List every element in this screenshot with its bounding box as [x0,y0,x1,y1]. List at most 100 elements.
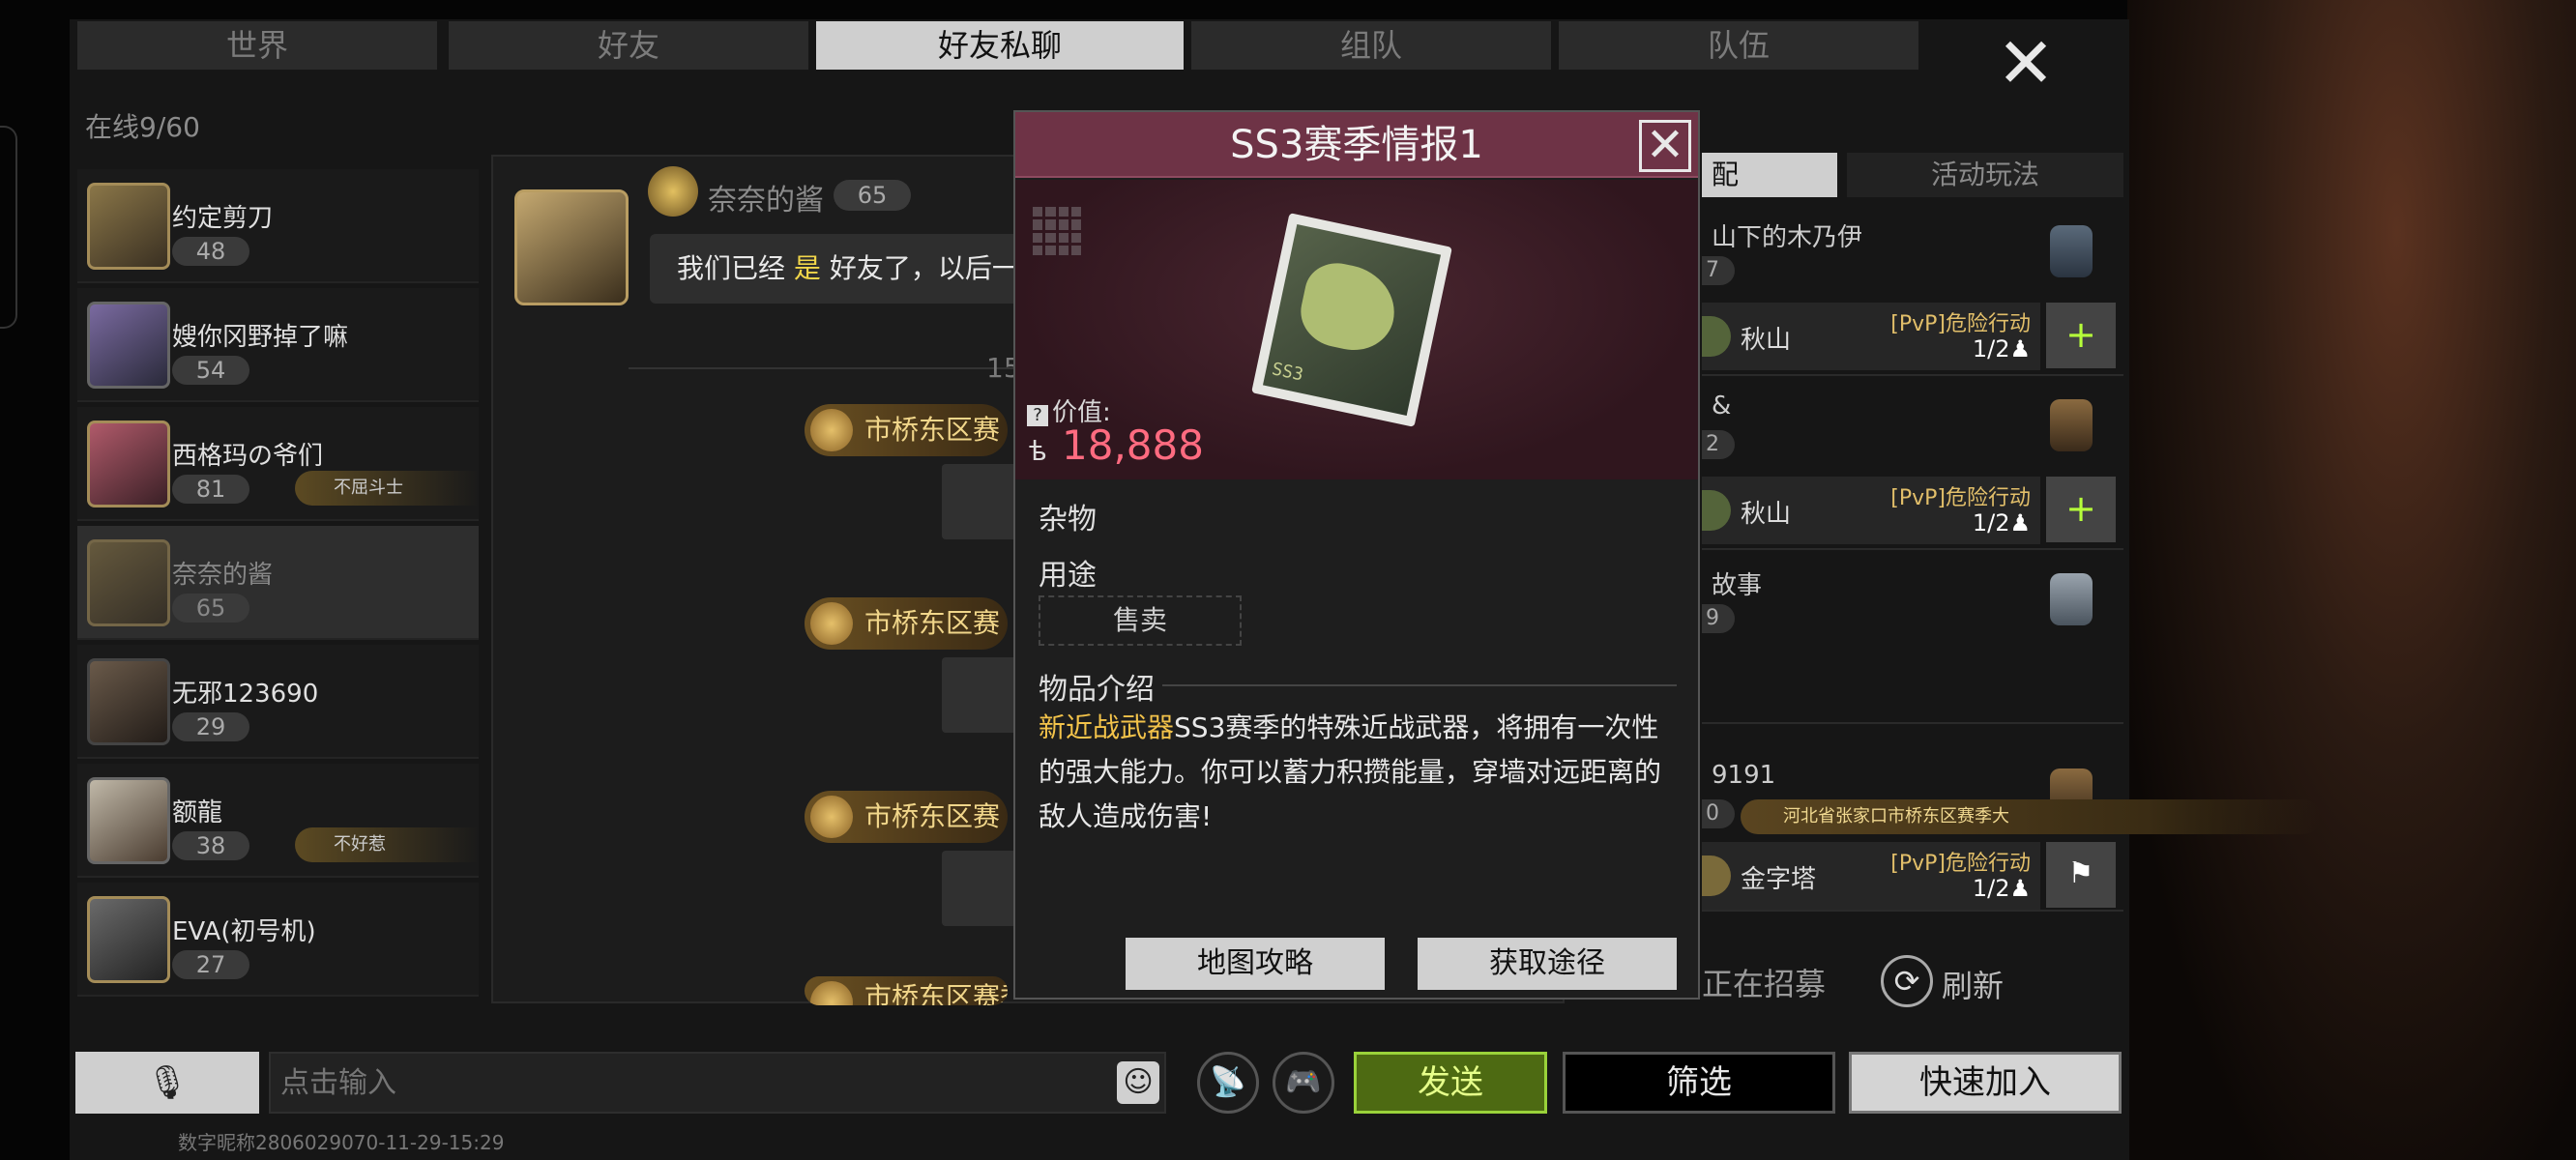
friend-name: 西格玛の爷们 [172,442,324,471]
message-highlight: 是 [793,252,821,284]
background-scene [2127,0,2576,1160]
team-item[interactable]: 故事 9 [1702,554,2123,724]
avatar [87,420,170,508]
friend-name: EVA(初号机) [172,917,316,946]
team-location: 河北省张家口市桥东区赛季大 [1741,799,2321,834]
refresh-icon[interactable]: ⟳ [1881,955,1933,1007]
team-level: 7 [1702,256,1735,285]
friend-title-badge: 不好惹 [295,827,479,862]
location-share-message[interactable]: 市桥东区赛季 [805,976,1008,1005]
friend-item[interactable]: 嫂你冈野掉了嘛 54 [77,288,479,402]
friend-item[interactable]: EVA(初号机) 27 [77,883,479,997]
refresh-button[interactable]: 刷新 [1942,962,2004,1006]
send-button[interactable]: 发送 [1354,1052,1547,1114]
item-category: 杂物 [1039,503,1097,536]
avatar [87,539,170,626]
location-icon [810,796,853,838]
voice-chat-icon[interactable]: 🎮 [1273,1052,1334,1114]
team-info-row: 金字塔 [PvP]危险行动 1/2♟ [1702,842,2040,910]
description-highlight: 新近战武器 [1039,711,1175,743]
obtain-source-button[interactable]: 获取途径 [1418,938,1677,990]
friend-item[interactable]: 西格玛の爷们 81 不屈斗士 [77,407,479,521]
close-icon[interactable]: ✕ [1992,28,2060,98]
friend-level: 48 [172,237,249,266]
team-info-row: 秋山 [PvP]危险行动 1/2♟ [1702,303,2040,370]
team-count-value: 1/2 [1972,509,2010,536]
player-id-watermark: 数字昵称2806029070-11-29-15:29 [178,1131,505,1154]
tab-world[interactable]: 世界 [77,21,437,70]
item-image-label: SS3 [1270,359,1305,386]
map-icon [1702,316,1731,357]
chat-input[interactable] [269,1052,1166,1114]
currency-icon: ѣ [1029,435,1047,467]
team-count: 1/2♟ [1972,335,2031,362]
flag-icon[interactable]: ⚑ [2046,842,2116,908]
map-guide-button[interactable]: 地图攻略 [1126,938,1385,990]
friend-level: 29 [172,712,249,741]
tab-activities[interactable]: 活动玩法 [1847,153,2123,197]
friend-name: 额龍 [172,798,223,827]
close-icon[interactable]: ✕ [1639,120,1691,172]
friend-list: 约定剪刀 48 嫂你冈野掉了嘛 54 西格玛の爷们 81 不屈斗士 奈奈的酱 6… [77,169,479,1000]
team-count-value: 1/2 [1972,875,2010,902]
location-share-message[interactable]: 市桥东区赛 [805,597,1008,650]
chat-message: 我们已经 是 好友了，以后一 [650,234,1075,304]
team-info-row: 秋山 [PvP]危险行动 1/2♟ [1702,477,2040,544]
team-name: 9191 [1712,761,1776,790]
quick-join-button[interactable]: 快速加入 [1849,1052,2122,1114]
team-map: 金字塔 [1741,865,1817,894]
friend-name: 无邪123690 [172,680,319,709]
location-icon [810,981,853,1005]
friend-name: 奈奈的酱 [172,561,274,590]
friend-item[interactable]: 额龍 38 不好惹 [77,764,479,878]
help-icon[interactable]: ? [1027,405,1048,426]
location-share-message[interactable]: 市桥东区赛 [805,404,1008,456]
tab-match[interactable]: 配 [1702,153,1837,197]
tab-friends[interactable]: 好友 [449,21,808,70]
team-name: & [1712,392,1732,420]
location-share-message[interactable]: 市桥东区赛 [805,791,1008,843]
team-mode: [PvP]危险行动 [1890,312,2031,336]
location-text: 市桥东区赛 [864,414,1001,446]
join-team-button[interactable]: + [2046,477,2116,542]
friend-level: 54 [172,356,249,385]
team-name: 山下的木乃伊 [1712,223,1863,252]
filter-button[interactable]: 筛选 [1563,1052,1835,1114]
friend-level: 81 [172,475,249,504]
microphone-icon[interactable]: 🎙 [75,1052,259,1114]
team-panel: 配 活动玩法 山下的木乃伊 7 秋山 [PvP]危险行动 1/2♟ + & 2 … [1702,150,2321,991]
tab-private-chat[interactable]: 好友私聊 [816,21,1184,70]
team-map: 秋山 [1741,500,1792,529]
tab-squad[interactable]: 队伍 [1559,21,1918,70]
team-item[interactable]: 山下的木乃伊 7 秋山 [PvP]危险行动 1/2♟ + [1702,206,2123,376]
location-text: 市桥东区赛 [864,607,1001,639]
friend-item[interactable]: 无邪123690 29 [77,645,479,759]
recruiting-toggle[interactable]: 正在招募 [1702,960,1826,1004]
team-item[interactable]: & 2 秋山 [PvP]危险行动 1/2♟ + [1702,380,2123,550]
side-handle[interactable] [0,126,17,329]
chat-bubble [942,657,1019,733]
friend-level: 27 [172,950,249,979]
tab-team-up[interactable]: 组队 [1191,21,1551,70]
emoji-icon[interactable]: ☺ [1117,1061,1159,1104]
team-count-value: 1/2 [1972,335,2010,362]
team-name: 故事 [1712,571,1763,600]
location-text: 市桥东区赛季 [864,981,1008,1005]
chat-sender-name: 奈奈的酱 [708,184,824,218]
friend-item[interactable]: 约定剪刀 48 [77,169,479,283]
location-icon [810,409,853,451]
item-preview: SS3 ? 价值: ѣ 18,888 [1015,180,1698,479]
friend-item-selected[interactable]: 奈奈的酱 65 [77,526,479,640]
sell-button[interactable]: 售卖 [1039,595,1242,646]
shield-badge-icon [2050,225,2093,277]
friend-level: 65 [172,594,249,623]
team-mode: [PvP]危险行动 [1890,486,2031,510]
tower-badge-icon [2050,399,2093,451]
description-label: 物品介绍 [1039,665,1162,708]
join-team-button[interactable]: + [2046,303,2116,368]
shield-badge-icon [2050,573,2093,625]
avatar[interactable] [514,189,629,305]
avatar [87,183,170,270]
satellite-icon[interactable]: 📡 [1197,1052,1259,1114]
team-item[interactable]: 9191 0 河北省张家口市桥东区赛季大 金字塔 [PvP]危险行动 1/2♟ … [1702,749,2321,912]
